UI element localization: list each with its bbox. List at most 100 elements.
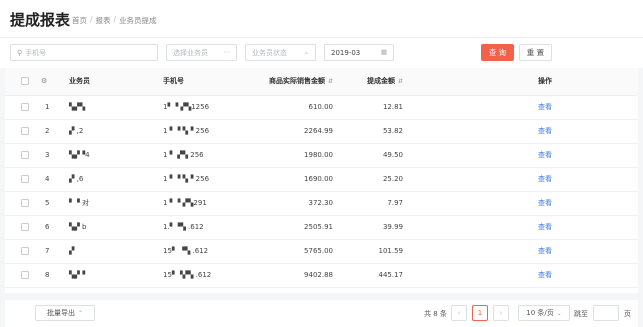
salesperson-placeholder: 选择业务员 <box>173 48 208 57</box>
column-sales-amount[interactable]: 商品实际销售金额 ⇵ <box>241 68 333 96</box>
row-index: 8 <box>41 263 69 288</box>
view-link[interactable]: 查看 <box>473 143 638 168</box>
jump-page-input[interactable] <box>593 305 619 321</box>
table-header-row: ⚙ 业务员 手机号 商品实际销售金额 ⇵ 提成金额 ⇵ 操作 <box>5 68 638 96</box>
next-page-button[interactable]: › <box>493 305 509 321</box>
salesperson-name: ▞ <box>69 239 163 264</box>
phone-number: 1 ▘▝ ▚▝ 256 <box>163 167 241 192</box>
table-row: 8 ▚▞▝ 15▘▝▞▚ .612 9402.88 445.17 查看 <box>5 263 638 288</box>
page-1-button[interactable]: 1 <box>472 305 488 321</box>
commission-amount: 25.20 <box>333 167 403 192</box>
batch-export-label: 批量导出 <box>46 309 75 317</box>
table-row: 1 ▚▞▚ 1▘▝ ▞▚1256 610.00 12.81 查看 <box>5 95 638 120</box>
row-checkbox[interactable] <box>21 103 29 111</box>
row-index: 1 <box>41 95 69 120</box>
commission-amount: 49.50 <box>333 143 403 168</box>
settings-icon[interactable]: ⚙ <box>41 68 69 96</box>
row-index: 7 <box>41 239 69 264</box>
row-index: 3 <box>41 143 69 168</box>
row-checkbox[interactable] <box>21 175 29 183</box>
row-index: 6 <box>41 215 69 240</box>
sales-amount: 2264.99 <box>241 119 333 144</box>
report-table-panel: ⚙ 业务员 手机号 商品实际销售金额 ⇵ 提成金额 ⇵ 操作 1 ▚▞▚ 1▘▝ ▞▚1… <box>5 68 638 293</box>
sales-amount: 372.30 <box>241 191 333 216</box>
table-row: 3 ▚▞▝4 1 ▘ ▞▚ 256 1980.00 49.50 查看 <box>5 143 638 168</box>
commission-amount: 53.82 <box>333 119 403 144</box>
salesperson-name: ▘▝ 对 <box>69 191 163 216</box>
row-checkbox[interactable] <box>21 223 29 231</box>
chevron-down-icon: ⌄ <box>556 309 562 317</box>
page-suffix: 页 <box>624 310 631 318</box>
commission-amount: 7.97 <box>333 191 403 216</box>
row-checkbox[interactable] <box>21 127 29 135</box>
breadcrumb-separator: / <box>90 15 93 24</box>
phone-number: 1 ▘ ▞▚ 256 <box>163 143 241 168</box>
column-phone: 手机号 <box>163 68 241 96</box>
phone-number: 15▘▝▞▚ .612 <box>163 263 241 288</box>
salesperson-name: ▚▞▚ <box>69 95 163 120</box>
salesperson-name: ▚▞▝4 <box>69 143 163 168</box>
sales-amount: 1690.00 <box>241 167 333 192</box>
breadcrumb-reports[interactable]: 报表 <box>96 15 111 26</box>
view-link[interactable]: 查看 <box>473 95 638 120</box>
page-size-select[interactable]: 10 条/页 ⌄ <box>518 305 570 321</box>
table-row: 6 ▚▞ b 1.▘▝▚ .612 2505.91 39.99 查看 <box>5 215 638 240</box>
row-checkbox[interactable] <box>21 151 29 159</box>
chevron-up-icon: ⌃ <box>77 309 84 317</box>
sales-amount: 610.00 <box>241 95 333 120</box>
column-sales-amount-label: 商品实际销售金额 <box>268 77 325 86</box>
breadcrumb-current: 业务员提成 <box>119 16 157 25</box>
row-index: 4 <box>41 167 69 192</box>
status-placeholder: 业务员状态 <box>252 48 287 57</box>
column-salesperson: 业务员 <box>69 68 163 96</box>
column-action: 操作 <box>473 68 638 96</box>
total-count: 共 8 条 <box>424 310 447 318</box>
breadcrumb: 首页 / 报表 / 业务员提成 <box>72 15 157 26</box>
sort-icon[interactable]: ⇵ <box>398 78 403 85</box>
phone-placeholder: 手机号 <box>25 48 47 57</box>
calendar-icon: ▦ <box>380 48 387 56</box>
salesperson-name: ▚▞ b <box>69 215 163 240</box>
view-link[interactable]: 查看 <box>473 191 638 216</box>
column-commission[interactable]: 提成金额 ⇵ <box>333 68 403 96</box>
page-title: 提成报表 <box>10 11 71 29</box>
view-link[interactable]: 查看 <box>473 263 638 288</box>
prev-page-button[interactable]: ‹ <box>451 305 467 321</box>
row-checkbox[interactable] <box>21 271 29 279</box>
breadcrumb-home[interactable]: 首页 <box>72 15 87 26</box>
page-header: 提成报表 首页 / 报表 / 业务员提成 <box>0 0 643 38</box>
commission-amount: 445.17 <box>333 263 403 288</box>
view-link[interactable]: 查看 <box>473 167 638 192</box>
row-index: 2 <box>41 119 69 144</box>
sales-amount: 2505.91 <box>241 215 333 240</box>
month-value: 2019-03 <box>331 48 361 57</box>
salesperson-name: ▞ ,2 <box>69 119 163 144</box>
sales-amount: 9402.88 <box>241 263 333 288</box>
search-icon: ⚲ <box>17 48 23 57</box>
phone-number: 1.▘▝▚ .612 <box>163 215 241 240</box>
breadcrumb-separator: / <box>113 15 117 24</box>
batch-export-button[interactable]: 批量导出 ⌃ <box>35 305 95 321</box>
table-row: 5 ▘▝ 对1 ▘▝ ▞▚291 372.30 7.97 查看 <box>5 191 638 216</box>
phone-number: 1 ▘▝ ▞▚291 <box>163 191 241 216</box>
month-picker[interactable]: 2019-03 ▦ <box>324 44 394 61</box>
view-link[interactable]: 查看 <box>473 239 638 264</box>
reset-button[interactable]: 重 置 <box>519 44 552 61</box>
view-link[interactable]: 查看 <box>473 215 638 240</box>
view-link[interactable]: 查看 <box>473 119 638 144</box>
search-button[interactable]: 查 询 <box>481 44 514 61</box>
commission-amount: 12.81 <box>333 95 403 120</box>
phone-number: 1 ▘▝ ▚▝ 256 <box>163 119 241 144</box>
column-commission-label: 提成金额 <box>366 77 395 86</box>
phone-number: 15▘ ▝▚ .612 <box>163 239 241 264</box>
table-footer: 批量导出 ⌃ 共 8 条 ‹ 1 › 10 条/页 ⌄ 跳至 页 <box>5 300 638 327</box>
more-icon: ⋯ <box>223 48 231 56</box>
jump-label: 跳至 <box>574 310 588 318</box>
salesperson-select[interactable]: 选择业务员 ⋯ <box>166 44 237 61</box>
row-checkbox[interactable] <box>21 199 29 207</box>
row-checkbox[interactable] <box>21 247 29 255</box>
phone-search-input[interactable]: ⚲ 手机号 <box>10 44 158 61</box>
sort-icon[interactable]: ⇵ <box>328 78 333 85</box>
status-select[interactable]: 业务员状态 ⌄ <box>245 44 316 61</box>
select-all-checkbox[interactable] <box>21 77 29 86</box>
